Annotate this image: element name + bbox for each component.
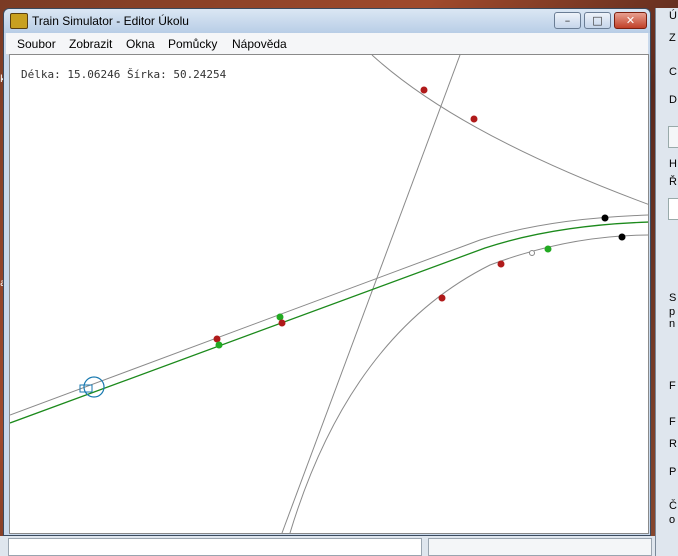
waypoint-red xyxy=(470,115,478,123)
side-label: n xyxy=(669,318,676,330)
route-line xyxy=(10,221,648,424)
side-label: Ú xyxy=(669,10,677,22)
minimize-button[interactable]: – xyxy=(554,12,581,29)
player-train-icon xyxy=(83,376,105,398)
menu-pomucky[interactable]: Pomůcky xyxy=(168,37,217,51)
side-label: C xyxy=(669,66,677,78)
waypoint-black xyxy=(601,214,609,222)
waypoint-green xyxy=(276,313,284,321)
waypoint-red xyxy=(497,260,505,268)
waypoint-red xyxy=(438,294,446,302)
side-label: S xyxy=(669,292,677,304)
menu-zobrazit[interactable]: Zobrazit xyxy=(69,37,112,51)
side-button[interactable] xyxy=(668,126,678,148)
side-label: F xyxy=(669,380,676,392)
title-bar[interactable]: Train Simulator - Editor Úkolu – □ ✕ xyxy=(4,9,650,33)
side-field[interactable] xyxy=(668,198,678,220)
maximize-button[interactable]: □ xyxy=(584,12,611,29)
coordinates-readout: Délka: 15.06246 Šírka: 50.24254 xyxy=(21,68,227,81)
train-simulator-icon xyxy=(10,13,28,29)
bottom-field[interactable] xyxy=(8,538,422,556)
side-label: H xyxy=(669,158,677,170)
waypoint-white xyxy=(529,250,535,256)
track-line xyxy=(371,55,648,205)
bottom-strip xyxy=(0,536,655,556)
side-label: R xyxy=(669,438,677,450)
side-label: Z xyxy=(669,32,676,44)
waypoint-red xyxy=(213,335,221,343)
side-label: F xyxy=(669,416,676,428)
main-window: Train Simulator - Editor Úkolu – □ ✕ Sou… xyxy=(3,8,651,536)
waypoint-black xyxy=(618,233,626,241)
waypoint-red xyxy=(420,86,428,94)
track-line xyxy=(281,55,461,533)
window-title: Train Simulator - Editor Úkolu xyxy=(32,14,189,28)
track-line xyxy=(289,234,648,533)
waypoint-green xyxy=(544,245,552,253)
route-map-canvas[interactable]: Délka: 15.06246 Šírka: 50.24254 xyxy=(9,54,649,534)
route-map[interactable] xyxy=(10,55,648,533)
waypoint-red xyxy=(278,319,286,327)
side-label: o xyxy=(669,514,676,526)
side-label: p xyxy=(669,306,676,318)
menu-soubor[interactable]: Soubor xyxy=(17,37,56,51)
menu-bar: Soubor Zobrazit Okna Pomůcky Nápověda xyxy=(6,33,648,55)
side-panel: Ú Z C D H Ř S p n F F R P Č o xyxy=(655,8,678,556)
close-button[interactable]: ✕ xyxy=(614,12,647,29)
side-label: Ř xyxy=(669,176,677,188)
side-label: Č xyxy=(669,500,677,512)
track-line xyxy=(10,214,648,416)
menu-napoveda[interactable]: Nápověda xyxy=(232,37,287,51)
bottom-panel[interactable] xyxy=(428,538,652,556)
side-label: D xyxy=(669,94,677,106)
menu-okna[interactable]: Okna xyxy=(126,37,155,51)
side-label: P xyxy=(669,466,677,478)
waypoint-green xyxy=(215,341,223,349)
